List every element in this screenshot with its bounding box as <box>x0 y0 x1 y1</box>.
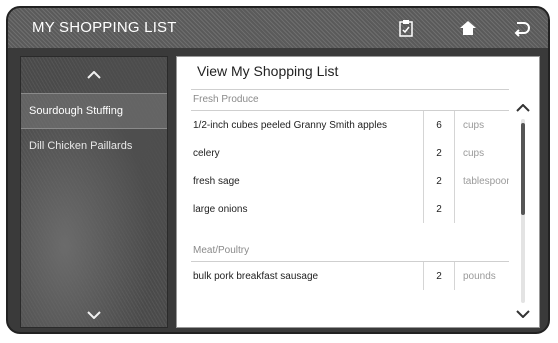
item-name: fresh sage <box>191 167 424 195</box>
item-name: bulk pork breakfast sausage <box>191 262 424 290</box>
item-unit: pounds <box>463 270 496 282</box>
item-unit: tablespoons <box>463 175 509 187</box>
item-name: large onions <box>191 195 424 223</box>
item-name: 1/2-inch cubes peeled Granny Smith apple… <box>191 111 424 139</box>
item-quantity: 2 <box>424 195 455 223</box>
list-item[interactable]: fresh sage 2 tablespoons <box>191 167 509 195</box>
list-item[interactable]: celery 2 cups <box>191 139 509 167</box>
category-header-fresh-produce: Fresh Produce <box>191 90 509 111</box>
device-frame: MY SHOPPING LIST Sourdough Stuffing Dill… <box>6 6 550 334</box>
back-icon[interactable] <box>508 14 536 42</box>
item-quantity: 2 <box>424 262 455 290</box>
list-scroll-up-button[interactable] <box>513 99 533 117</box>
recipe-list: Sourdough Stuffing Dill Chicken Paillard… <box>21 93 167 163</box>
app-title: MY SHOPPING LIST <box>32 19 177 36</box>
chevron-up-icon <box>516 104 530 112</box>
page-title: View My Shopping List <box>197 63 339 79</box>
list-item[interactable]: large onions 2 <box>191 195 509 223</box>
sidebar-scroll-up-button[interactable] <box>21 65 167 85</box>
sidebar-scroll-down-button[interactable] <box>21 305 167 325</box>
item-quantity: 2 <box>424 167 455 195</box>
chevron-up-icon <box>87 71 101 79</box>
list-item[interactable]: bulk pork breakfast sausage 2 pounds <box>191 262 509 290</box>
item-unit: cups <box>463 147 485 159</box>
shopping-list: Fresh Produce 1/2-inch cubes peeled Gran… <box>191 89 509 326</box>
chevron-down-icon <box>516 310 530 318</box>
shopping-list-panel: View My Shopping List Fresh Produce 1/2-… <box>176 56 540 328</box>
item-unit <box>455 195 509 223</box>
chevron-down-icon <box>87 311 101 319</box>
list-clipboard-icon[interactable] <box>392 14 420 42</box>
item-quantity: 6 <box>424 111 455 139</box>
list-item[interactable]: 1/2-inch cubes peeled Granny Smith apple… <box>191 111 509 139</box>
title-bar: MY SHOPPING LIST <box>8 8 548 48</box>
home-icon[interactable] <box>454 14 482 42</box>
scrollbar-thumb[interactable] <box>521 123 525 215</box>
recipe-item-dill-chicken-paillards[interactable]: Dill Chicken Paillards <box>21 129 167 163</box>
recipe-item-sourdough-stuffing[interactable]: Sourdough Stuffing <box>21 93 167 129</box>
item-quantity: 2 <box>424 139 455 167</box>
list-scroll-down-button[interactable] <box>513 305 533 323</box>
list-scrollbar[interactable] <box>521 119 525 303</box>
recipe-sidebar: Sourdough Stuffing Dill Chicken Paillard… <box>20 56 168 328</box>
item-name: celery <box>191 139 424 167</box>
category-header-meat-poultry: Meat/Poultry <box>191 241 509 262</box>
item-unit: cups <box>463 119 485 131</box>
